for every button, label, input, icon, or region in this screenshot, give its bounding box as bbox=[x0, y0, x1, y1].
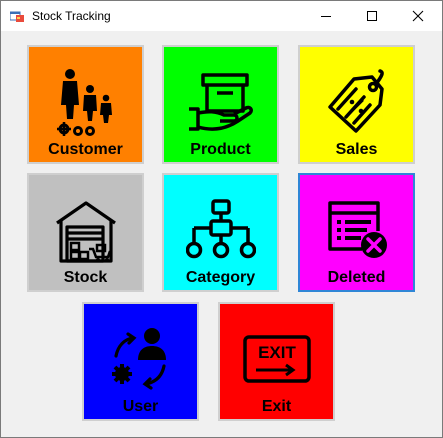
tile-label: Exit bbox=[261, 398, 292, 415]
tile-label: Deleted bbox=[327, 269, 386, 286]
deleted-tile-button[interactable]: Deleted bbox=[298, 173, 415, 292]
delete-list-icon bbox=[327, 201, 387, 258]
warehouse-icon bbox=[55, 201, 116, 263]
hierarchy-icon bbox=[185, 199, 256, 259]
box-in-hand-icon bbox=[188, 73, 253, 131]
close-icon bbox=[412, 10, 424, 22]
tile-label: Sales bbox=[335, 141, 378, 158]
people-icon bbox=[56, 69, 112, 136]
tile-label: User bbox=[122, 398, 159, 415]
minimize-icon bbox=[321, 16, 331, 17]
app-window: Stock Tracking Customer Product Sales St… bbox=[0, 0, 443, 438]
exit-tile-button[interactable]: EXIT Exit bbox=[218, 302, 335, 421]
price-tag-icon bbox=[327, 69, 384, 133]
maximize-icon bbox=[367, 11, 377, 21]
app-icon bbox=[10, 11, 24, 22]
category-tile-button[interactable]: Category bbox=[162, 173, 279, 292]
stock-tile-button[interactable]: Stock bbox=[27, 173, 144, 292]
maximize-button[interactable] bbox=[349, 1, 395, 31]
tile-label: Customer bbox=[48, 141, 123, 158]
user-settings-icon bbox=[111, 328, 166, 390]
customer-tile-button[interactable]: Customer bbox=[27, 45, 144, 164]
tile-label: Product bbox=[190, 141, 251, 158]
close-button[interactable] bbox=[395, 1, 441, 31]
product-tile-button[interactable]: Product bbox=[162, 45, 279, 164]
user-tile-button[interactable]: User bbox=[82, 302, 199, 421]
svg-text:EXIT: EXIT bbox=[258, 343, 296, 362]
exit-sign-icon: EXIT bbox=[242, 335, 311, 383]
window-title: Stock Tracking bbox=[32, 9, 111, 23]
tile-label: Stock bbox=[63, 269, 108, 286]
minimize-button[interactable] bbox=[303, 1, 349, 31]
tile-label: Category bbox=[185, 269, 256, 286]
title-bar[interactable]: Stock Tracking bbox=[1, 1, 442, 31]
sales-tile-button[interactable]: Sales bbox=[298, 45, 415, 164]
